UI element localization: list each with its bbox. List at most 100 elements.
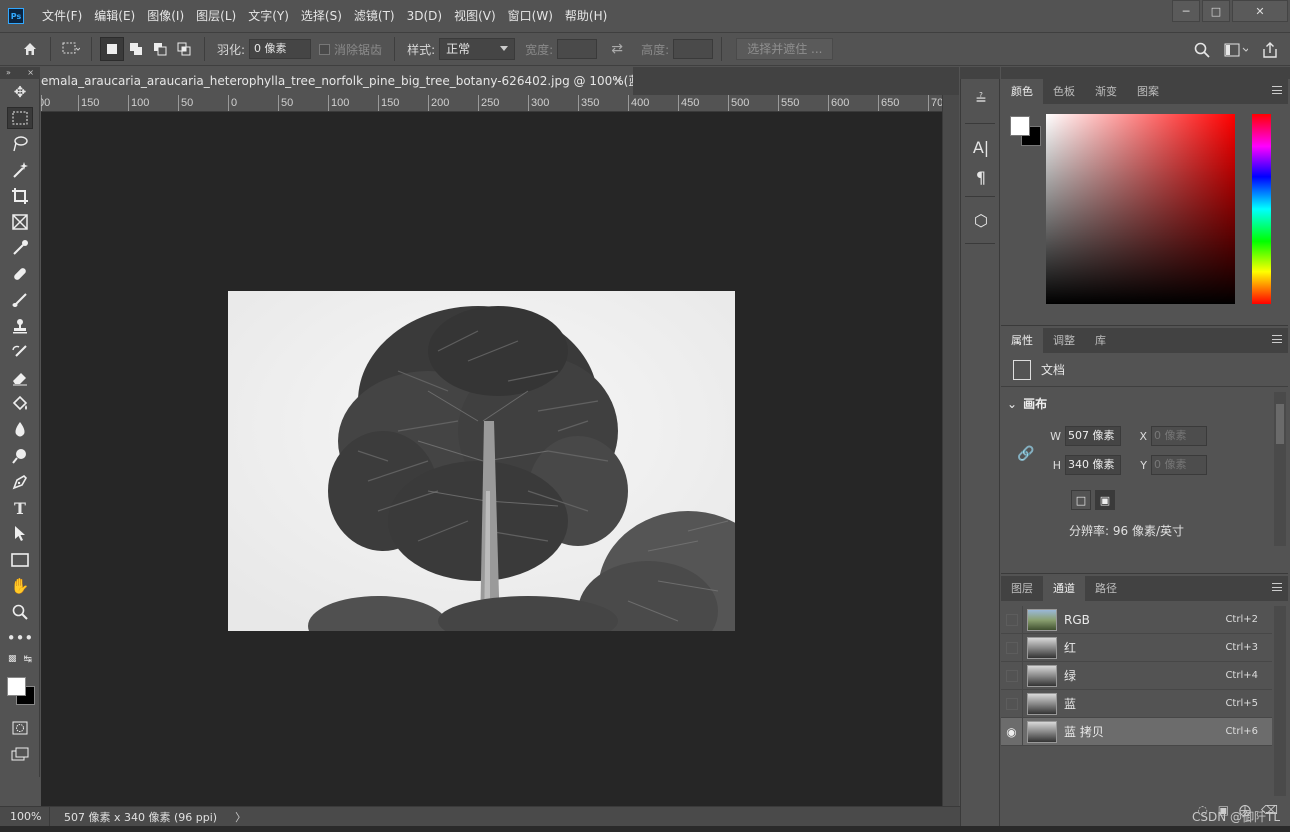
menu-window[interactable]: 窗口(W): [502, 0, 559, 32]
menu-filter[interactable]: 滤镜(T): [348, 0, 401, 32]
antialias-checkbox[interactable]: [319, 43, 331, 55]
path-selection-tool[interactable]: [0, 521, 40, 547]
add-selection-icon[interactable]: [124, 37, 148, 61]
share-icon[interactable]: [1258, 38, 1282, 62]
canvas-vertical-scrollbar[interactable]: [942, 95, 959, 806]
intersect-selection-icon[interactable]: [172, 37, 196, 61]
menu-view[interactable]: 视图(V): [448, 0, 502, 32]
eyedropper-tool[interactable]: [0, 235, 40, 261]
dock-character-button[interactable]: A|: [961, 130, 1001, 164]
close-document-icon[interactable]: ×: [613, 67, 623, 95]
tab-paths[interactable]: 路径: [1085, 576, 1127, 601]
maximize-icon[interactable]: □: [1202, 0, 1230, 22]
visibility-toggle[interactable]: [1001, 689, 1023, 718]
paint-bucket-tool[interactable]: [0, 391, 40, 417]
visibility-toggle[interactable]: [1001, 661, 1023, 690]
channel-row-rgb[interactable]: RGB Ctrl+2: [1001, 605, 1272, 634]
marquee-preset-icon[interactable]: [59, 37, 83, 61]
tab-patterns[interactable]: 图案: [1127, 79, 1169, 104]
color-picker-field[interactable]: [1046, 114, 1235, 304]
tab-color[interactable]: 颜色: [1001, 79, 1043, 104]
close-icon[interactable]: ✕: [1232, 0, 1288, 22]
magic-wand-tool[interactable]: [0, 157, 40, 183]
close-toolbar-icon[interactable]: ×: [27, 67, 34, 79]
panel-menu-icon[interactable]: [1272, 335, 1282, 343]
visibility-toggle[interactable]: ◉: [1001, 717, 1023, 746]
swap-dimensions-icon[interactable]: ⇄: [605, 37, 629, 61]
swap-colors-icon[interactable]: ↹: [24, 654, 32, 665]
tab-layers[interactable]: 图层: [1001, 576, 1043, 601]
link-dimensions-icon[interactable]: 🔗: [1017, 446, 1034, 462]
healing-brush-tool[interactable]: [0, 261, 40, 287]
canvas-x-field[interactable]: 0 像素: [1151, 426, 1207, 446]
canvas-section-header[interactable]: ⌄ 画布: [1001, 387, 1288, 412]
canvas-width-field[interactable]: 507 像素: [1065, 426, 1121, 446]
move-tool[interactable]: ✥: [0, 79, 40, 105]
channels-scrollbar[interactable]: [1274, 606, 1286, 796]
style-select[interactable]: 正常: [439, 38, 516, 60]
menu-edit[interactable]: 编辑(E): [88, 0, 141, 32]
tab-properties[interactable]: 属性: [1001, 328, 1043, 353]
canvas-y-field[interactable]: 0 像素: [1151, 455, 1207, 475]
menu-help[interactable]: 帮助(H): [559, 0, 613, 32]
right-dock-header[interactable]: [1001, 67, 1290, 79]
workspace-icon[interactable]: [1224, 38, 1248, 62]
foreground-color-swatch[interactable]: [7, 677, 26, 696]
menu-file[interactable]: 文件(F): [36, 0, 88, 32]
properties-scrollbar[interactable]: [1274, 392, 1286, 546]
new-selection-icon[interactable]: [100, 37, 124, 61]
tab-adjustments[interactable]: 调整: [1043, 328, 1085, 353]
minimize-icon[interactable]: ─: [1172, 0, 1200, 22]
panel-menu-icon[interactable]: [1272, 86, 1282, 94]
width-input[interactable]: [557, 39, 598, 59]
canvas-area[interactable]: [41, 112, 942, 806]
dock-3d-button[interactable]: ⬡: [961, 203, 1001, 237]
default-colors-icon[interactable]: ▩: [8, 654, 17, 664]
status-menu-arrow[interactable]: 〉: [235, 809, 246, 825]
type-tool[interactable]: T: [0, 495, 40, 521]
brush-tool[interactable]: [0, 287, 40, 313]
quick-mask-button[interactable]: [0, 715, 40, 741]
hue-slider[interactable]: [1252, 114, 1271, 304]
lasso-tool[interactable]: [0, 131, 40, 157]
pen-tool[interactable]: [0, 469, 40, 495]
panel-foreground-swatch[interactable]: [1010, 116, 1030, 136]
landscape-orientation-icon[interactable]: ▣: [1095, 490, 1115, 510]
menu-3d[interactable]: 3D(D): [401, 0, 448, 32]
tab-libraries[interactable]: 库: [1085, 328, 1116, 353]
tab-swatches[interactable]: 色板: [1043, 79, 1085, 104]
history-brush-tool[interactable]: [0, 339, 40, 365]
canvas-height-field[interactable]: 340 像素: [1065, 455, 1121, 475]
menu-layer[interactable]: 图层(L): [190, 0, 242, 32]
clone-stamp-tool[interactable]: [0, 313, 40, 339]
dock-history-button[interactable]: ≟: [961, 83, 1001, 117]
marquee-tool[interactable]: [0, 105, 40, 131]
visibility-toggle[interactable]: [1001, 605, 1023, 634]
home-icon[interactable]: [18, 37, 42, 61]
blur-tool[interactable]: [0, 417, 40, 443]
dock-paragraph-button[interactable]: ¶: [961, 164, 1001, 190]
height-input[interactable]: [673, 39, 714, 59]
photoshop-logo-icon[interactable]: Ps: [8, 8, 24, 24]
channel-row-blue[interactable]: 蓝 Ctrl+5: [1001, 689, 1272, 718]
channel-row-red[interactable]: 红 Ctrl+3: [1001, 633, 1272, 662]
zoom-level[interactable]: 100%: [0, 806, 50, 827]
hand-tool[interactable]: ✋: [0, 573, 40, 599]
crop-tool[interactable]: [0, 183, 40, 209]
visibility-toggle[interactable]: [1001, 633, 1023, 662]
screen-mode-button[interactable]: [0, 741, 40, 767]
zoom-tool[interactable]: [0, 599, 40, 625]
menu-type[interactable]: 文字(Y): [242, 0, 295, 32]
edit-toolbar-button[interactable]: •••: [0, 625, 40, 651]
document-image[interactable]: [228, 291, 735, 631]
document-tab[interactable]: emala_araucaria_araucaria_heterophylla_t…: [41, 67, 633, 95]
menu-image[interactable]: 图像(I): [141, 0, 190, 32]
panel-menu-icon[interactable]: [1272, 583, 1282, 591]
eraser-tool[interactable]: [0, 365, 40, 391]
dodge-tool[interactable]: [0, 443, 40, 469]
tab-channels[interactable]: 通道: [1043, 576, 1085, 601]
expand-toolbar-icon[interactable]: »: [6, 67, 11, 79]
portrait-orientation-icon[interactable]: □: [1071, 490, 1091, 510]
select-and-mask-button[interactable]: 选择并遮住 ...: [736, 38, 834, 60]
tab-gradients[interactable]: 渐变: [1085, 79, 1127, 104]
